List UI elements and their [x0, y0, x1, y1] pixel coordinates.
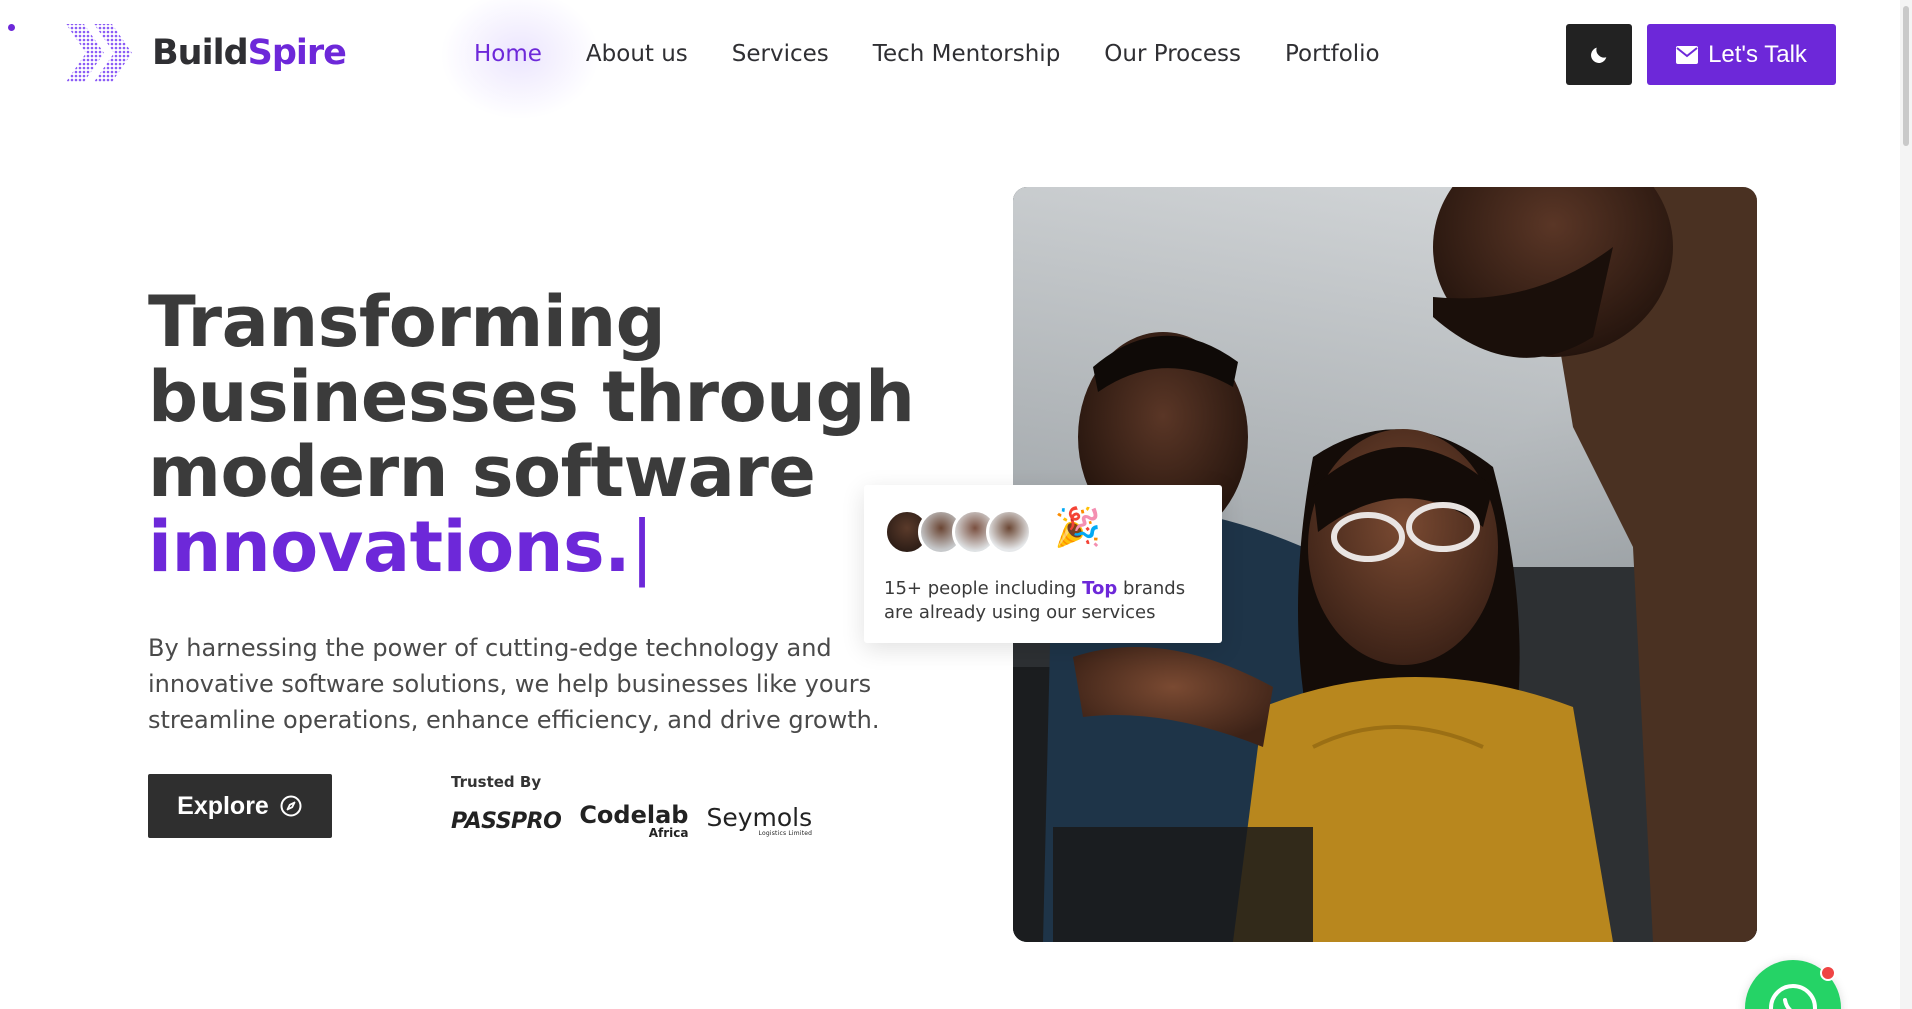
decorative-dot	[8, 24, 15, 31]
nav-portfolio[interactable]: Portfolio	[1285, 41, 1380, 67]
notification-dot	[1820, 965, 1836, 981]
explore-label: Explore	[177, 791, 269, 820]
trusted-by-label: Trusted By	[451, 773, 542, 791]
social-proof-card: 🎉 15+ people including Top brands are al…	[864, 485, 1222, 643]
explore-button[interactable]: Explore	[148, 774, 332, 838]
hero-title-line-1: Transforming	[148, 281, 666, 363]
theme-toggle-button[interactable]	[1566, 24, 1632, 85]
hero-title: Transforming businesses through modern s…	[148, 281, 915, 588]
typing-cursor: |	[630, 506, 654, 588]
compass-icon	[280, 795, 302, 817]
avatar	[986, 509, 1032, 555]
nav-about-us[interactable]: About us	[586, 41, 688, 67]
hero-title-line-2: businesses through	[148, 356, 915, 438]
page: BuildSpire Home About us Services Tech M…	[0, 0, 1912, 1009]
trusted-logos: PASSPRO Codelab Africa Seymols Logistics…	[451, 803, 812, 839]
main-nav: Home About us Services Tech Mentorship O…	[474, 30, 1380, 78]
lets-talk-button[interactable]: Let's Talk	[1647, 24, 1836, 85]
scrollbar-thumb[interactable]	[1903, 6, 1909, 146]
trusted-by-section: Trusted By PASSPRO Codelab Africa Seymol…	[451, 773, 812, 839]
seymols-logo: Seymols Logistics Limited	[706, 802, 813, 837]
lets-talk-label: Let's Talk	[1708, 40, 1807, 68]
hero-title-accent: innovations.	[148, 506, 631, 588]
passpro-logo: PASSPRO	[451, 808, 562, 834]
codelab-logo: Codelab Africa	[579, 801, 689, 840]
logo-chevrons-icon	[66, 24, 132, 82]
hero-title-line-3: modern software	[148, 431, 816, 513]
envelope-icon	[1676, 45, 1699, 64]
nav-home[interactable]: Home	[474, 41, 542, 67]
brand-logo[interactable]: BuildSpire	[66, 22, 347, 84]
avatar-group	[884, 509, 1032, 555]
nav-tech-mentorship[interactable]: Tech Mentorship	[873, 41, 1061, 67]
social-proof-text: 15+ people including Top brands are alre…	[884, 578, 1186, 623]
hero-description: By harnessing the power of cutting-edge …	[148, 634, 880, 734]
brand-name: BuildSpire	[152, 33, 347, 73]
party-popper-icon: 🎉	[1054, 505, 1102, 549]
nav-services[interactable]: Services	[732, 41, 829, 67]
nav-our-process[interactable]: Our Process	[1104, 41, 1241, 67]
moon-icon	[1591, 47, 1607, 63]
scrollbar[interactable]	[1900, 0, 1912, 1009]
